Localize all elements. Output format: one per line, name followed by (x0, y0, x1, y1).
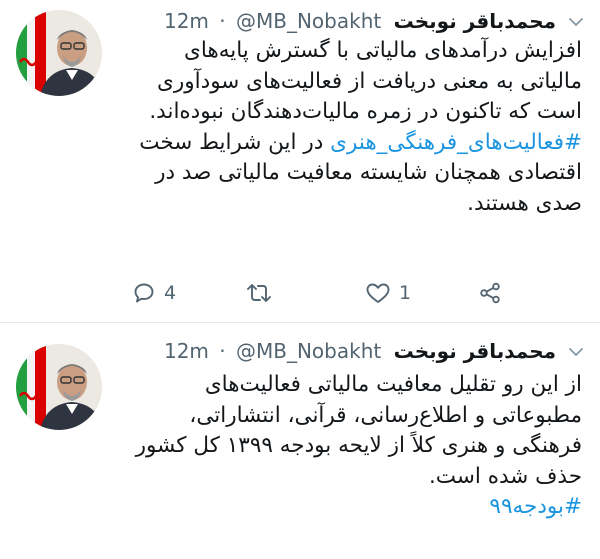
timestamp[interactable]: 12m (164, 9, 209, 33)
tweet-line: حذف شده است. (428, 463, 582, 489)
author-portrait-image (16, 10, 102, 96)
share-button[interactable] (478, 278, 502, 308)
author-handle[interactable]: @MB_Nobakht (236, 339, 381, 363)
tweet-line: افزایش درآمدهای مالیاتی با گسترش پایه‌ها… (184, 38, 582, 63)
tweet[interactable]: محمدباقر نوبخت @MB_Nobakht · 12m افزایش … (0, 0, 600, 318)
separator-dot: · (219, 339, 226, 363)
separator-dot: · (219, 9, 226, 33)
author-name[interactable]: محمدباقر نوبخت (394, 9, 556, 33)
hashtag-link[interactable]: #بودجه۹۹ (489, 494, 582, 519)
tweet-line: مطبوعاتی و اطلاع‌رسانی، قرآنی، انتشاراتی… (189, 402, 582, 428)
hashtag-link[interactable]: #فعالیت‌های_فرهنگی_هنری (330, 130, 582, 155)
avatar[interactable] (16, 344, 102, 430)
tweet-line: صدی هستند. (467, 190, 582, 216)
tweet-divider (0, 322, 600, 323)
chevron-down-icon[interactable] (568, 14, 584, 30)
tweet-text: از این رو تقلیل معافیت مالیاتی فعالیت‌ها… (112, 370, 582, 523)
retweet-button[interactable] (245, 278, 281, 308)
tweet-actions: 4 1 (132, 278, 532, 308)
tweet-text: افزایش درآمدهای مالیاتی با گسترش پایه‌ها… (112, 36, 582, 219)
tweet-line: #فعالیت‌های_فرهنگی_هنری در این شرایط سخت (112, 128, 582, 159)
tweet-line: اقتصادی همچنان شایسته معافیت مالیاتی صد … (155, 160, 582, 185)
author-portrait-image (16, 344, 102, 430)
tweet-line-text: در این شرایط سخت (139, 129, 331, 155)
tweet[interactable]: محمدباقر نوبخت @MB_Nobakht · 12m از این … (0, 330, 600, 559)
speech-bubble-icon (134, 283, 154, 303)
avatar[interactable] (16, 10, 102, 96)
tweet-line: است که تاکنون در زمره مالیات‌دهندگان نبو… (149, 99, 582, 124)
tweet-line: فرهنگی و هنری کلاً از لایحه بودجه ۱۳۹۹ ک… (135, 433, 582, 458)
share-icon (480, 282, 500, 304)
tweet-header: محمدباقر نوبخت @MB_Nobakht · 12m (110, 336, 556, 366)
reply-button[interactable]: 4 (132, 278, 176, 308)
like-button[interactable]: 1 (365, 278, 411, 308)
tweet-header: محمدباقر نوبخت @MB_Nobakht · 12m (110, 6, 556, 36)
author-handle[interactable]: @MB_Nobakht (236, 9, 381, 33)
retweet-icon (247, 284, 271, 302)
heart-icon (366, 283, 390, 303)
tweet-line: از این رو تقلیل معافیت مالیاتی فعالیت‌ها… (204, 372, 582, 397)
timestamp[interactable]: 12m (164, 339, 209, 363)
author-name[interactable]: محمدباقر نوبخت (394, 339, 556, 363)
chevron-down-icon[interactable] (568, 344, 584, 360)
reply-count: 4 (164, 282, 177, 304)
tweet-line: مالیاتی به معنی دریافت از فعالیت‌های سود… (157, 68, 582, 94)
like-count: 1 (399, 282, 412, 304)
tweet-line: #بودجه۹۹ (112, 492, 582, 523)
